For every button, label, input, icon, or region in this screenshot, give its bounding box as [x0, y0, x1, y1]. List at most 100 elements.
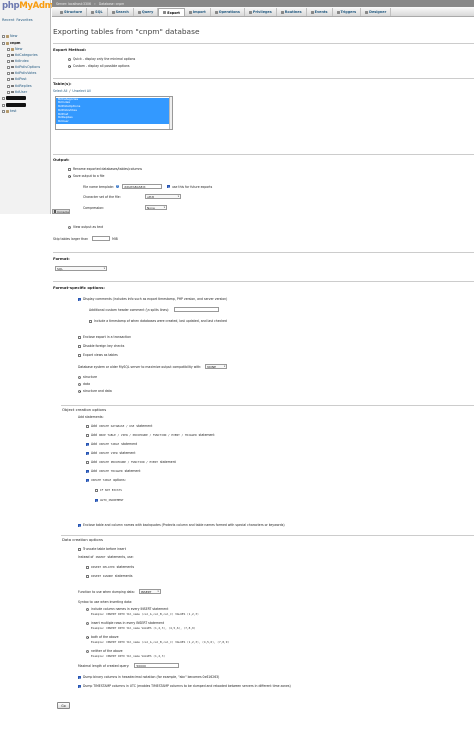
select-all-link[interactable]: Select All — [53, 89, 67, 93]
hex-binary-checkbox[interactable] — [78, 675, 81, 679]
timestamp-option[interactable]: Include a timestamp of when databases we… — [89, 319, 227, 323]
add-statement-option[interactable]: Add CREATE TRIGGER statement — [86, 469, 141, 473]
format-select[interactable]: SQL ▾ — [55, 266, 107, 271]
syntax-radio[interactable] — [86, 607, 89, 611]
charset-select[interactable]: utf-8 ▾ — [145, 194, 181, 199]
statement-checkbox[interactable] — [86, 433, 89, 437]
breadcrumb-server[interactable]: Server: localhost:3306 — [56, 2, 91, 6]
statement-checkbox[interactable] — [86, 460, 89, 464]
table-option-checkbox[interactable] — [95, 498, 98, 502]
add-statement-option[interactable]: Add CREATE DATABASE / USE statement — [86, 424, 152, 428]
expand-icon[interactable] — [2, 103, 5, 107]
tab-import[interactable]: Import — [185, 8, 211, 16]
view-text-option[interactable]: View output as text — [68, 225, 103, 229]
disable-fk-checkbox[interactable] — [78, 344, 81, 348]
dump-structure-option[interactable]: structure — [78, 375, 97, 379]
quick-radio[interactable] — [68, 57, 71, 61]
tree-item[interactable] — [2, 95, 26, 101]
go-button[interactable]: Go — [57, 702, 70, 709]
expand-icon[interactable] — [7, 84, 10, 88]
custom-radio[interactable] — [68, 64, 71, 68]
create-table-options-checkbox[interactable] — [86, 478, 89, 482]
file-template-input[interactable]: @DATABASE@ — [121, 184, 162, 189]
syntax-radio[interactable] — [86, 621, 89, 625]
insert-delayed-option[interactable]: INSERT DELAYED statements — [86, 565, 134, 569]
display-comments-option[interactable]: Display comments (includes info such as … — [78, 297, 227, 301]
statement-checkbox[interactable] — [86, 424, 89, 428]
truncate-option[interactable]: Truncate table before insert — [78, 547, 126, 551]
dump-both-option[interactable]: structure and data — [78, 389, 112, 393]
tab-search[interactable]: Search — [108, 8, 134, 16]
syntax-radio[interactable] — [86, 649, 89, 653]
expand-icon[interactable] — [7, 77, 10, 81]
tab-structure[interactable]: Structure — [56, 8, 88, 16]
expand-icon[interactable] — [7, 53, 10, 57]
expand-icon[interactable] — [7, 71, 10, 75]
backquotes-option[interactable]: Enclose table and column names with back… — [78, 523, 285, 527]
enclose-transaction-option[interactable]: Enclose export in a transaction — [78, 335, 131, 339]
statement-checkbox[interactable] — [86, 469, 89, 473]
unselect-all-link[interactable]: Unselect All — [72, 89, 90, 93]
tables-list-scrollbar[interactable] — [169, 97, 172, 129]
statement-checkbox[interactable] — [86, 451, 89, 455]
table-option-item[interactable]: AUTO_INCREMENT — [95, 498, 124, 502]
timestamp-checkbox[interactable] — [89, 319, 92, 323]
rename-option[interactable]: Rename exported databases/tables/columns — [68, 167, 142, 171]
create-table-options-option[interactable]: CREATE TABLE options: — [86, 478, 126, 482]
dump-both-radio[interactable] — [78, 389, 81, 393]
statement-checkbox[interactable] — [86, 442, 89, 446]
enclose-transaction-checkbox[interactable] — [78, 335, 81, 339]
utc-timestamp-option[interactable]: Dump TIMESTAMP columns in UTC (enables T… — [78, 684, 291, 688]
tab-operations[interactable]: Operations — [211, 8, 245, 16]
table-option-item[interactable]: IF NOT EXISTS — [95, 488, 122, 492]
compression-select[interactable]: None ▾ — [145, 205, 167, 210]
export-views-checkbox[interactable] — [78, 353, 81, 357]
dump-data-option[interactable]: data — [78, 382, 90, 386]
tab-triggers[interactable]: Triggers — [333, 8, 362, 16]
tables-multiselect[interactable]: tblCategories tblIndex tblPollsOptions tblP… — [55, 96, 173, 130]
custom-export-option[interactable]: Custom - display all possible options — [68, 64, 130, 68]
expand-icon[interactable] — [2, 96, 5, 100]
recent-tab[interactable]: Recent — [2, 18, 14, 22]
view-text-radio[interactable] — [68, 225, 71, 229]
max-query-input[interactable]: 50000 — [134, 663, 180, 668]
syntax-radio[interactable] — [86, 635, 89, 639]
table-option[interactable]: tblUser — [56, 119, 172, 125]
tab-query[interactable]: Query — [134, 8, 159, 16]
function-select[interactable]: INSERT ▾ — [138, 589, 161, 594]
utc-timestamp-checkbox[interactable] — [78, 684, 81, 688]
hex-binary-option[interactable]: Dump binary columns in hexadecimal notat… — [78, 675, 219, 679]
tree-item[interactable]: New — [2, 33, 17, 39]
expand-icon[interactable] — [7, 47, 10, 51]
syntax-option[interactable]: both of the above Example: INSERT INTO tb… — [86, 635, 229, 644]
add-statement-option[interactable]: Add CREATE TABLE statement — [86, 442, 137, 446]
favorites-tab[interactable]: Favorites — [16, 18, 32, 22]
insert-ignore-checkbox[interactable] — [86, 574, 89, 578]
add-statement-option[interactable]: Add CREATE VIEW statement — [86, 451, 135, 455]
tab-export[interactable]: Export — [158, 8, 185, 16]
expand-icon[interactable] — [7, 65, 10, 69]
tree-item[interactable]: tblPost — [7, 76, 27, 82]
expand-icon[interactable] — [2, 41, 5, 45]
syntax-option[interactable]: insert multiple rows in every INSERT sta… — [86, 621, 195, 630]
syntax-option[interactable]: include column names in every INSERT sta… — [86, 607, 199, 616]
use-future-checkbox[interactable] — [166, 185, 170, 188]
quick-export-option[interactable]: Quick - display only the minimal options — [68, 57, 135, 61]
insert-delayed-checkbox[interactable] — [86, 565, 89, 569]
expand-icon[interactable] — [2, 34, 5, 38]
tab-designer[interactable]: Designer — [361, 8, 392, 16]
tab-events[interactable]: Events — [307, 8, 333, 16]
table-option-checkbox[interactable] — [95, 488, 98, 492]
dump-data-radio[interactable] — [78, 382, 81, 386]
tab-privileges[interactable]: Privileges — [245, 8, 277, 16]
add-statement-option[interactable]: Add CREATE PROCEDURE / FUNCTION / EVENT … — [86, 460, 176, 464]
save-file-option[interactable]: Save output to a file — [68, 174, 104, 178]
breadcrumb-database[interactable]: Database: cnpm — [99, 2, 124, 6]
expand-icon[interactable] — [7, 90, 10, 94]
insert-ignore-option[interactable]: INSERT IGNORE statements — [86, 574, 132, 578]
rename-checkbox[interactable] — [68, 167, 71, 171]
expand-icon[interactable] — [2, 109, 5, 113]
compat-select[interactable]: NONE ▾ — [205, 364, 228, 369]
save-file-radio[interactable] — [68, 174, 71, 178]
truncate-checkbox[interactable] — [78, 547, 81, 551]
